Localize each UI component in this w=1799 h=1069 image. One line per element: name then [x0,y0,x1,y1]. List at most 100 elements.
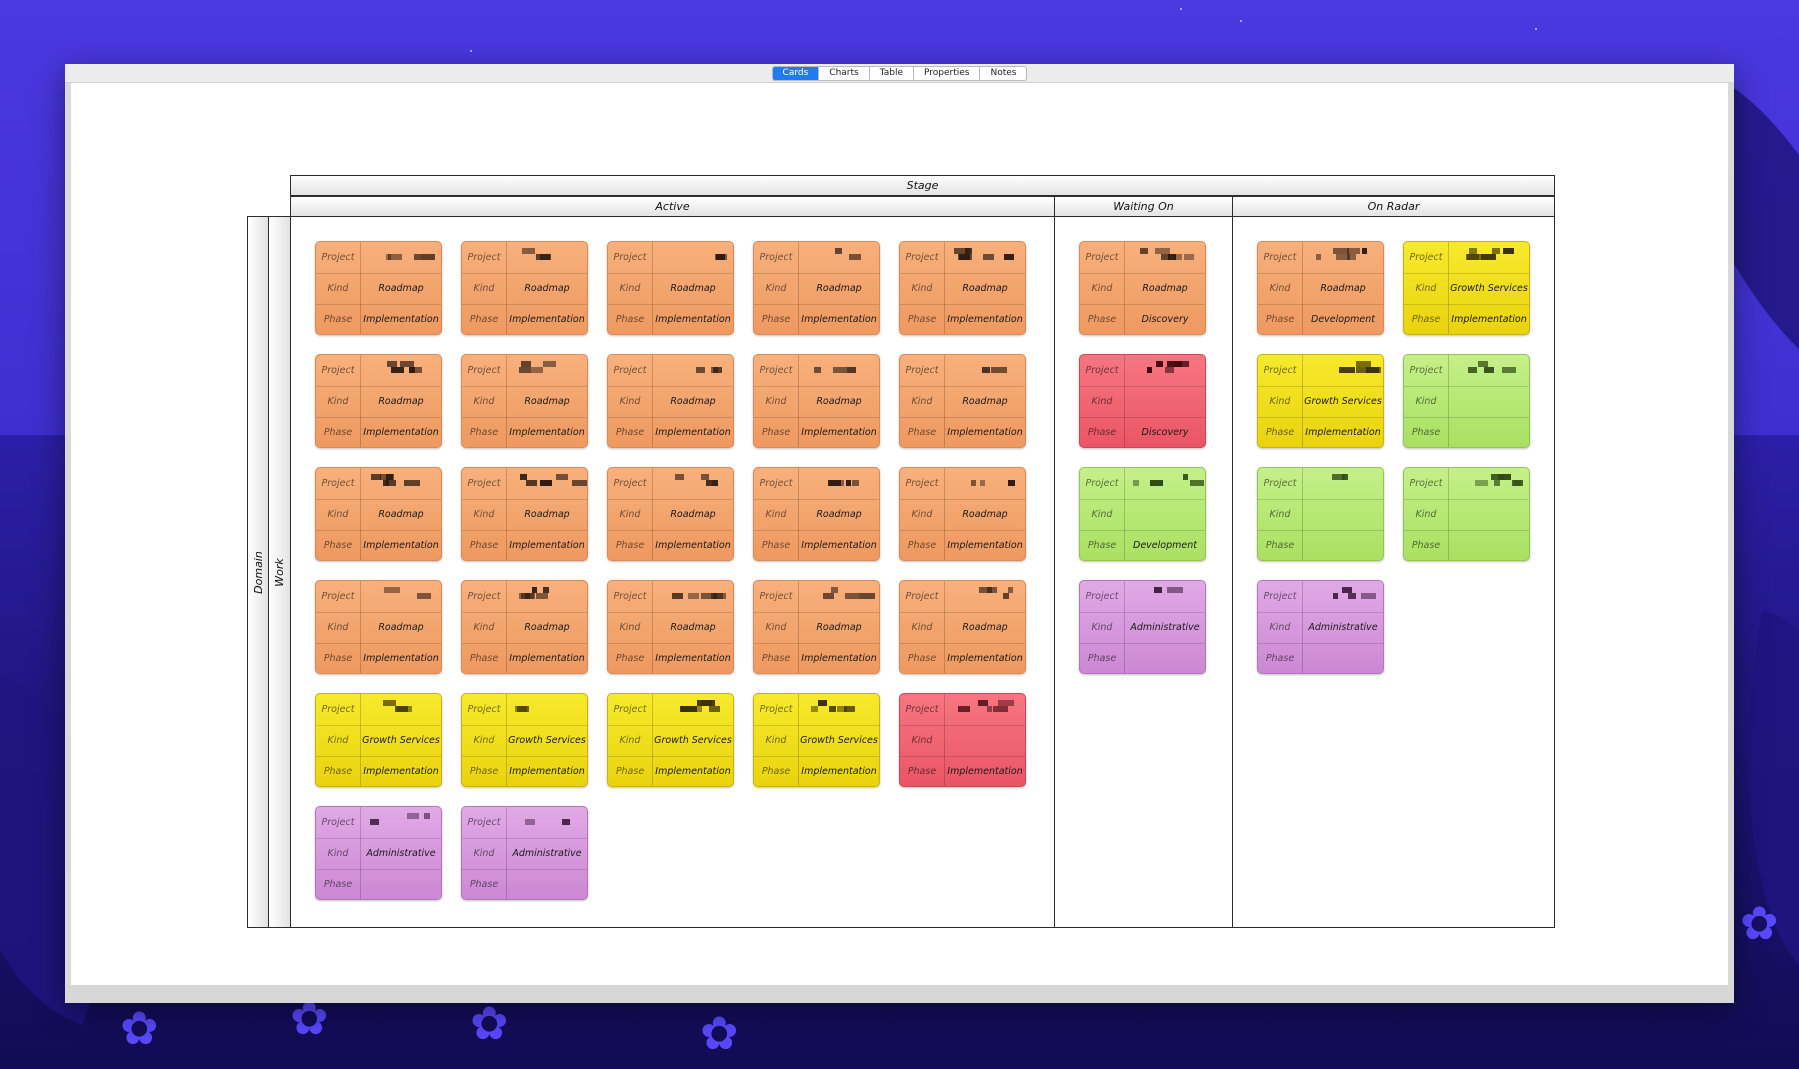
card-field-label: Project [608,694,653,725]
card[interactable]: Project Kind Phase [1257,467,1384,561]
card[interactable]: Project Kind Roadmap Phase Implementation [899,580,1026,674]
card-field-value: Roadmap [816,283,862,294]
column-header-waiting-on[interactable]: Waiting On [1054,196,1233,217]
domain-row-header[interactable]: Domain [247,216,269,928]
redaction-block [814,367,821,373]
column-header-active[interactable]: Active [290,196,1055,217]
card[interactable]: Project Kind Roadmap Phase Implementation [607,467,734,561]
card-project-value-redacted [653,468,733,499]
card[interactable]: Project Kind Administrative Phase [315,806,442,900]
card-field-value [1449,499,1529,530]
card[interactable]: Project Kind Roadmap Phase Implementation [315,241,442,335]
card-field-value: Growth Services [654,735,732,746]
card[interactable]: Project Kind Phase Implementation [899,693,1026,787]
work-row-header[interactable]: Work [268,216,291,928]
card-phase-row: Phase Implementation [462,530,587,560]
card-project-value-redacted [1125,468,1205,499]
card-project-value-redacted [653,355,733,386]
redaction-block [515,706,527,712]
card-field-value: Implementation [1305,426,1381,438]
redaction-block [1348,593,1356,599]
card-kind-row: Kind Roadmap [754,386,879,418]
redaction-block [536,593,548,599]
card-field-value: Roadmap [962,283,1008,294]
card[interactable]: Project Kind Roadmap Phase Implementation [461,241,588,335]
card-field-value [1125,643,1205,673]
card-project-row: Project [1080,355,1205,387]
card[interactable]: Project Kind Roadmap Phase Implementation [753,241,880,335]
card-field-label: Project [1258,355,1303,386]
tab-charts[interactable]: Charts [818,66,868,80]
card[interactable]: Project Kind Growth Services Phase Implement… [1403,241,1530,335]
tab-table[interactable]: Table [868,66,913,80]
card-field-value: Implementation [947,313,1023,325]
card[interactable]: Project Kind Roadmap Phase Implementation [461,580,588,674]
card-field-value [1303,643,1383,673]
card[interactable]: Project Kind Roadmap Phase Discovery [1079,241,1206,335]
redaction-block [823,593,834,599]
redaction-block [383,480,389,486]
card-field-label: Phase [900,417,945,447]
card-field-label: Kind [316,612,361,643]
card[interactable]: Project Kind Phase Discovery [1079,354,1206,448]
card-field-value: Implementation [363,765,439,777]
card[interactable]: Project Kind Roadmap Phase Implementation [753,467,880,561]
redaction-block [414,254,421,260]
row-group-header-label: Domain [251,550,265,594]
card[interactable]: Project Kind Roadmap Phase Implementation [899,354,1026,448]
card[interactable]: Project Kind Growth Services Phase Implement… [315,693,442,787]
card[interactable]: Project Kind Roadmap Phase Implementation [753,354,880,448]
column-header-on-radar[interactable]: On Radar [1232,196,1555,217]
column-header-label: Active [655,200,690,213]
card[interactable]: Project Kind Roadmap Phase Implementation [315,467,442,561]
card-field-label: Phase [608,304,653,334]
card-field-label: Kind [900,499,945,530]
card-kind-row: Kind Roadmap [608,386,733,418]
card-kind-row: Kind Roadmap [462,386,587,418]
redaction-block [688,593,699,599]
card[interactable]: Project Kind Roadmap Phase Implementation [607,354,734,448]
card-kind-row: Kind Roadmap [608,499,733,531]
card-project-row: Project [1258,355,1383,387]
card-field-value: Implementation [947,652,1023,664]
card[interactable]: Project Kind Roadmap Phase Implementation [753,580,880,674]
card[interactable]: Project Kind Growth Services Phase Implement… [753,693,880,787]
card[interactable]: Project Kind Phase [1403,354,1530,448]
card-field-value: Growth Services [508,735,586,746]
card[interactable]: Project Kind Growth Services Phase Implement… [1257,354,1384,448]
card[interactable]: Project Kind Phase [1403,467,1530,561]
card-field-value: Roadmap [816,622,862,633]
card[interactable]: Project Kind Roadmap Phase Implementation [315,354,442,448]
card-field-label: Kind [316,386,361,417]
card[interactable]: Project Kind Roadmap Phase Implementation [607,580,734,674]
card[interactable]: Project Kind Roadmap Phase Implementation [899,241,1026,335]
card[interactable]: Project Kind Roadmap Phase Development [1257,241,1384,335]
card-project-row: Project [754,694,879,726]
card-field-value: Development [1133,539,1197,551]
card-project-row: Project [316,468,441,500]
card[interactable]: Project Kind Roadmap Phase Implementation [899,467,1026,561]
card[interactable]: Project Kind Growth Services Phase Implement… [461,693,588,787]
tab-notes[interactable]: Notes [979,66,1026,80]
card[interactable]: Project Kind Growth Services Phase Implement… [607,693,734,787]
wallpaper-flower: ✿ [700,1006,739,1060]
card[interactable]: Project Kind Roadmap Phase Implementation [461,467,588,561]
redaction-block [536,254,550,260]
card-field-value: Implementation [655,539,731,551]
card-field-label: Kind [900,612,945,643]
redaction-block [572,480,587,486]
card[interactable]: Project Kind Phase Development [1079,467,1206,561]
stage-header[interactable]: Stage [290,175,1555,196]
card[interactable]: Project Kind Roadmap Phase Implementation [607,241,734,335]
card[interactable]: Project Kind Administrative Phase [461,806,588,900]
card[interactable]: Project Kind Roadmap Phase Implementation [461,354,588,448]
card[interactable]: Project Kind Administrative Phase [1257,580,1384,674]
card-field-value: Implementation [363,313,439,325]
card-field-value: Roadmap [524,622,570,633]
card[interactable]: Project Kind Administrative Phase [1079,580,1206,674]
card[interactable]: Project Kind Roadmap Phase Implementation [315,580,442,674]
card-field-value: Roadmap [816,396,862,407]
tab-properties[interactable]: Properties [912,66,979,80]
card-field-label: Kind [316,725,361,756]
tab-cards[interactable]: Cards [772,66,819,80]
